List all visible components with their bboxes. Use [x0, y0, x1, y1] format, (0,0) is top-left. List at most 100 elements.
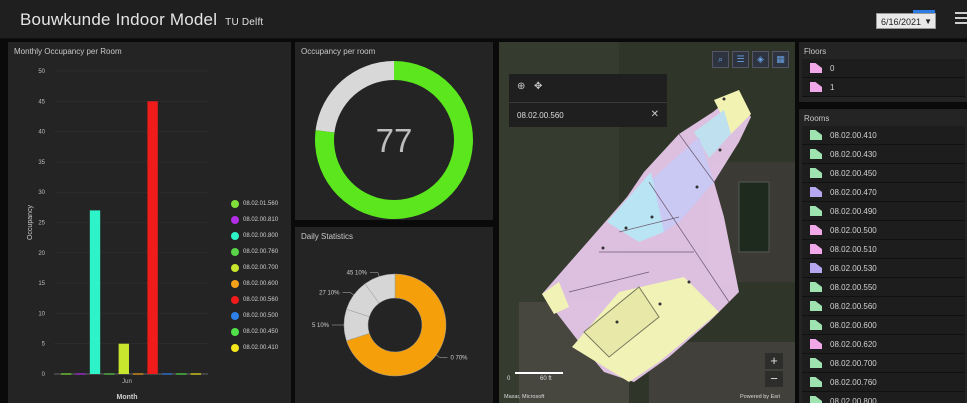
- room-label: 08.02.00.800: [830, 396, 877, 403]
- rooms-title: Rooms: [804, 114, 830, 123]
- room-symbol-icon: [810, 225, 822, 235]
- floor-item[interactable]: 1: [802, 78, 965, 97]
- legend-item[interactable]: 08.02.00.560: [231, 292, 278, 308]
- bar: [118, 343, 129, 374]
- pan-icon[interactable]: ✥: [534, 81, 542, 92]
- leader-line: [370, 272, 380, 277]
- list-icon[interactable]: ☰: [732, 51, 749, 68]
- chevron-down-icon: ▼: [924, 17, 932, 26]
- scale-bar: [515, 372, 563, 374]
- room-label: 08.02.00.760: [830, 377, 877, 387]
- selection-popup: ⊕ ✥ 08.02.00.560 ✕: [509, 74, 667, 127]
- bar: [147, 101, 158, 375]
- app-title-text: Bouwkunde Indoor Model: [20, 10, 218, 29]
- close-icon[interactable]: ✕: [651, 109, 659, 120]
- search-icon[interactable]: ⌕: [712, 51, 729, 68]
- legend-swatch: [231, 264, 239, 272]
- room-item[interactable]: 08.02.00.550: [802, 278, 965, 297]
- layers-icon[interactable]: ◈: [752, 51, 769, 68]
- basemap-icon[interactable]: ▦: [772, 51, 789, 68]
- floor-item[interactable]: 0: [802, 59, 965, 78]
- zoom-out-button[interactable]: −: [765, 371, 783, 387]
- room-label: 08.02.00.700: [830, 358, 877, 368]
- bar: [89, 210, 101, 374]
- floor-label: 1: [830, 82, 835, 92]
- legend-item[interactable]: 08.02.00.410: [231, 340, 278, 356]
- leader-line: [436, 354, 448, 358]
- floors-panel: Floors 0 1: [799, 42, 967, 102]
- y-tick-label: 35: [38, 160, 45, 166]
- room-item[interactable]: 08.02.00.800: [802, 392, 965, 403]
- room-item[interactable]: 08.02.00.450: [802, 164, 965, 183]
- legend-item[interactable]: 08.02.01.560: [231, 196, 278, 212]
- room-item[interactable]: 08.02.00.620: [802, 335, 965, 354]
- room-item[interactable]: 08.02.00.560: [802, 297, 965, 316]
- chart-legend: 08.02.01.560 08.02.00.810 08.02.00.800 08.0…: [231, 196, 278, 356]
- legend-item[interactable]: 08.02.00.700: [231, 260, 278, 276]
- hamburger-menu-icon[interactable]: [955, 12, 967, 26]
- room-symbol-icon: [810, 244, 822, 254]
- legend-item[interactable]: 08.02.00.800: [231, 228, 278, 244]
- room-item[interactable]: 08.02.00.510: [802, 240, 965, 259]
- legend-swatch: [231, 280, 239, 288]
- daily-statistics-donut: 0 70% 5 10% 27 10% 45 10%: [312, 271, 468, 377]
- app-header: Bouwkunde Indoor Model TU Delft 6/16/202…: [0, 0, 967, 39]
- legend-label: 08.02.01.560: [243, 201, 279, 207]
- room-item[interactable]: 08.02.00.410: [802, 126, 965, 145]
- legend-swatch: [231, 216, 239, 224]
- room-label: 08.02.00.410: [830, 130, 877, 140]
- zoom-to-icon[interactable]: ⊕: [517, 81, 525, 92]
- y-axis-label: Occupancy: [27, 204, 34, 240]
- room-symbol-icon: [810, 282, 822, 292]
- legend-item[interactable]: 08.02.00.760: [231, 244, 278, 260]
- y-tick-label: 25: [38, 221, 45, 227]
- legend-item[interactable]: 08.02.00.500: [231, 308, 278, 324]
- occupancy-panel: Occupancy per room 77: [295, 42, 493, 220]
- room-symbol-icon: [810, 168, 822, 178]
- room-label: 08.02.00.550: [830, 282, 877, 292]
- room-item[interactable]: 08.02.00.470: [802, 183, 965, 202]
- date-selector[interactable]: 6/16/2021 ▼: [876, 10, 936, 29]
- attribution: Maxar, Microsoft: [504, 394, 545, 400]
- legend-label: 08.02.00.700: [243, 265, 279, 271]
- room-item[interactable]: 08.02.00.490: [802, 202, 965, 221]
- app-subtitle: TU Delft: [225, 17, 264, 28]
- legend-label: 08.02.00.600: [243, 281, 279, 287]
- slice-label: 45 10%: [347, 271, 368, 277]
- zoom-in-button[interactable]: +: [765, 353, 783, 369]
- legend-label: 08.02.00.760: [243, 249, 279, 255]
- legend-swatch: [231, 344, 239, 352]
- legend-label: 08.02.00.410: [243, 345, 279, 351]
- room-symbol-icon: [810, 377, 822, 387]
- esri-attribution[interactable]: Powered by Esri: [740, 394, 780, 400]
- scale-label: 60 ft: [540, 376, 552, 382]
- room-symbol-icon: [810, 149, 822, 159]
- room-item[interactable]: 08.02.00.600: [802, 316, 965, 335]
- room-item[interactable]: 08.02.00.430: [802, 145, 965, 164]
- room-symbol-icon: [810, 396, 822, 403]
- scale-labels: 0 60 ft: [507, 376, 552, 382]
- room-item[interactable]: 08.02.00.700: [802, 354, 965, 373]
- room-label: 08.02.00.600: [830, 320, 877, 330]
- room-item[interactable]: 08.02.00.530: [802, 259, 965, 278]
- room-item[interactable]: 08.02.00.760: [802, 373, 965, 392]
- legend-item[interactable]: 08.02.00.450: [231, 324, 278, 340]
- legend-item[interactable]: 08.02.00.600: [231, 276, 278, 292]
- room-symbol-icon: [810, 82, 822, 92]
- occupancy-value: 77: [375, 122, 413, 159]
- room-symbol-icon: [810, 187, 822, 197]
- room-label: 08.02.00.450: [830, 168, 877, 178]
- room-symbol-icon: [810, 63, 822, 73]
- room-label: 08.02.00.530: [830, 263, 877, 273]
- floors-title: Floors: [804, 47, 827, 56]
- room-item[interactable]: 08.02.00.500: [802, 221, 965, 240]
- room-symbol-icon: [810, 358, 822, 368]
- map-view[interactable]: ⌕ ☰ ◈ ▦ ⊕ ✥ 08.02.00.560 ✕ + − 0 60 ft M…: [499, 42, 795, 403]
- legend-label: 08.02.00.560: [243, 297, 279, 303]
- room-label: 08.02.00.490: [830, 206, 877, 216]
- scale-zero: 0: [507, 376, 511, 382]
- date-selector-accent: [913, 10, 935, 13]
- room-symbol-icon: [810, 339, 822, 349]
- rooms-panel: Rooms 08.02.00.410 08.02.00.430 08.02.00.4…: [799, 109, 967, 403]
- legend-item[interactable]: 08.02.00.810: [231, 212, 278, 228]
